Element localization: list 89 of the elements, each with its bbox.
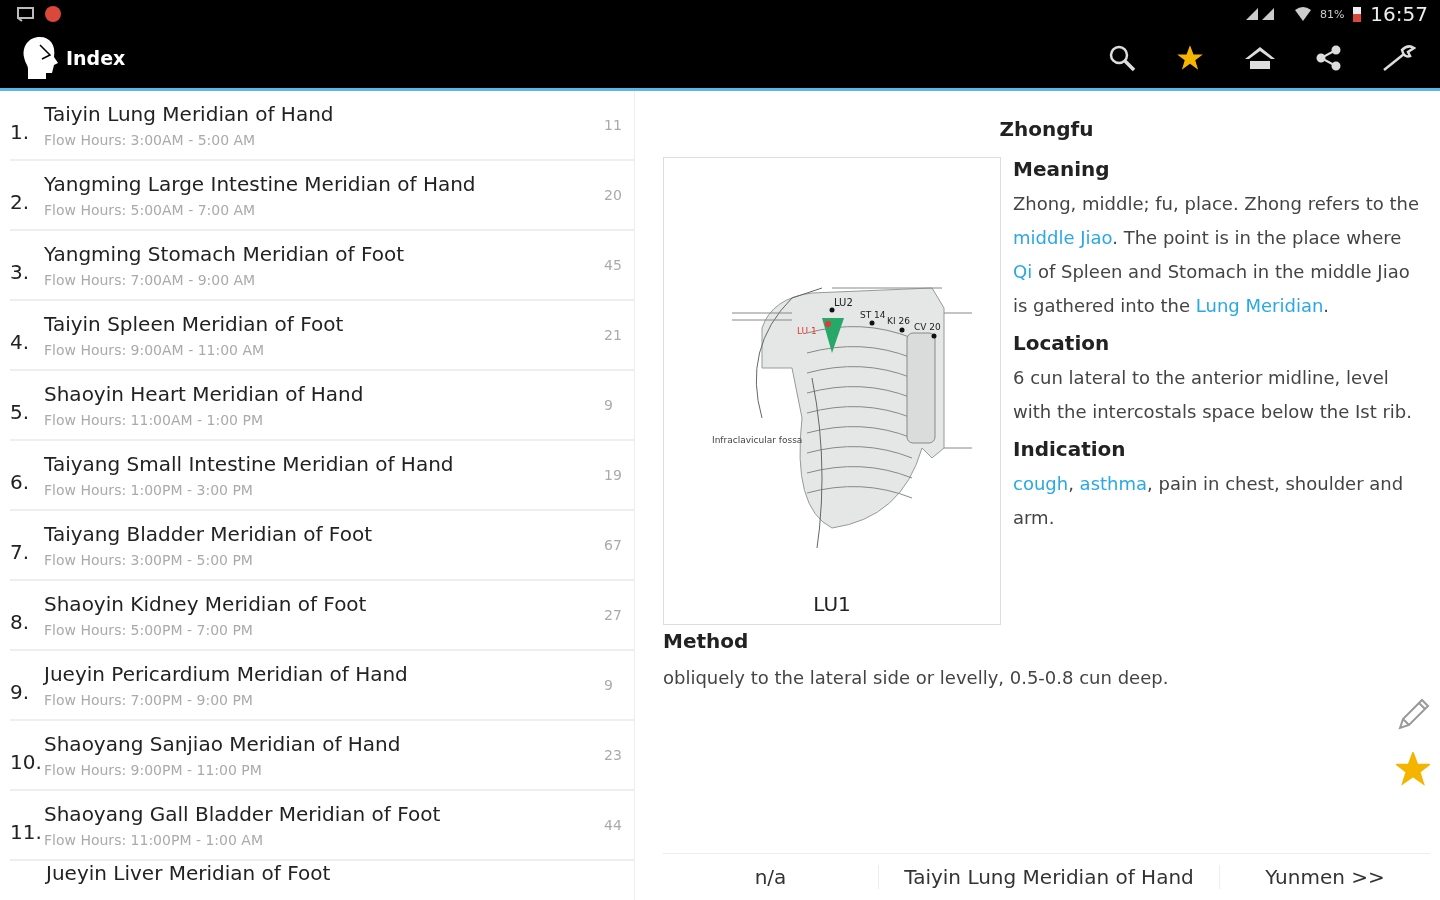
battery-icon [1352,5,1363,23]
meridian-name: Shaoyang Sanjiao Meridian of Hand [44,732,402,756]
meridian-name: Shaoyang Gall Bladder Meridian of Foot [44,802,442,826]
meridian-name: Shaoyin Kidney Meridian of Foot [44,592,368,616]
meridian-list-item[interactable]: 11. Shaoyang Gall Bladder Meridian of Foot Flow Hours: 11:00PM - 1:00 AM 44 [10,791,634,861]
section-text: 6 cun lateral to the anterior midline, level with the intercostals space below the Ist rib. [1013,366,1413,424]
flow-hours: Flow Hours: 3:00PM - 5:00 PM [44,552,254,568]
section-heading: Location [1013,331,1111,357]
meridian-name: Yangming Stomach Meridian of Foot [44,242,406,266]
battery-percent: 81% [1319,7,1345,21]
meridian-list-item[interactable]: 3. Yangming Stomach Meridian of Foot Flow Hours: 7:00AM - 9:00 AM 45 [10,231,634,301]
flow-hours: Flow Hours: 9:00AM - 11:00 AM [44,342,266,358]
meridian-link[interactable]: Taiyin Lung Meridian of Hand [878,865,1220,889]
item-number: 10. [10,749,43,774]
point-label: CV 20 [914,322,941,332]
flow-hours: Flow Hours: 5:00AM - 7:00 AM [44,202,257,218]
flow-hours: Flow Hours: 3:00AM - 5:00 AM [44,132,257,148]
point-count: 21 [604,327,623,343]
next-link[interactable]: Yunmen >> [1220,865,1430,889]
item-number: 4. [10,329,31,354]
item-number: 9. [10,679,31,704]
point-count: 19 [604,467,623,483]
fossa-label: Infraclavicular fossa [712,435,803,445]
point-label: ST 14 [860,310,886,320]
meridian-name: Jueyin Pericardium Meridian of Hand [44,662,409,686]
meridian-name: Taiyin Spleen Meridian of Foot [44,312,345,336]
section-heading: Indication [1013,437,1127,463]
meridian-list-item[interactable]: 9. Jueyin Pericardium Meridian of Hand Flow Hours: 7:00PM - 9:00 PM 9 [10,651,634,721]
meridian-list-item[interactable]: 8. Shaoyin Kidney Meridian of Foot Flow Hours: 5:00PM - 7:00 PM 27 [10,581,634,651]
meridian-name: Taiyang Small Intestine Meridian of Hand [44,452,455,476]
item-number: 8. [10,609,31,634]
star-icon[interactable] [1176,44,1204,72]
share-icon[interactable] [1316,45,1342,71]
meridian-list-item[interactable]: 1. Taiyin Lung Meridian of Hand Flow Hours: 3:00AM - 5:00 AM 11 [10,91,634,161]
home-icon[interactable] [1244,46,1276,70]
previous-link[interactable]: n/a [663,865,878,889]
app-title: Index [66,47,126,69]
point-count: 23 [604,747,623,763]
point-label: LU2 [834,297,853,308]
point-title: Zhongfu [998,116,1095,143]
flow-hours: Flow Hours: 7:00PM - 9:00 PM [44,692,254,708]
favorite-star-icon[interactable] [1396,752,1430,786]
item-number: 5. [10,399,31,424]
meridian-name: Jueyin Liver Meridian of Foot [46,861,332,885]
item-number: 1. [10,119,31,144]
meridian-list-item[interactable]: 5. Shaoyin Heart Meridian of Hand Flow Hours: 11:00AM - 1:00 PM 9 [10,371,634,441]
point-label: KI 26 [887,316,910,326]
item-number: 6. [10,469,31,494]
section-heading: Method [663,628,750,655]
meridian-name: Shaoyin Heart Meridian of Hand [44,382,365,406]
clock: 16:57 [1370,2,1428,26]
flow-hours: Flow Hours: 11:00PM - 1:00 AM [44,832,264,848]
meridian-name: Taiyang Bladder Meridian of Foot [44,522,373,546]
flow-hours: Flow Hours: 1:00PM - 3:00 PM [44,482,254,498]
meridian-list-item[interactable]: 7. Taiyang Bladder Meridian of Foot Flow Hours: 3:00PM - 5:00 PM 67 [10,511,634,581]
item-number: 7. [10,539,31,564]
point-count: 27 [604,607,623,623]
point-count: 9 [604,677,614,693]
wrench-icon[interactable] [1382,44,1416,72]
item-number: 11. [10,819,43,844]
meridian-list-item[interactable]: Jueyin Liver Meridian of Foot [10,861,634,885]
figure-caption: LU1 [813,592,851,616]
meridian-list-item[interactable]: 4. Taiyin Spleen Meridian of Foot Flow Hours: 9:00AM - 11:00 AM 21 [10,301,634,371]
flow-hours: Flow Hours: 11:00AM - 1:00 PM [44,412,264,428]
point-count: 67 [604,537,623,553]
search-icon[interactable] [1108,44,1136,72]
flow-hours: Flow Hours: 5:00PM - 7:00 PM [44,622,254,638]
point-label: LU 1 [797,326,817,336]
section-text: cough, asthma, pain in chest, shoulder and arm. [1013,472,1405,530]
screen-cast-icon [16,6,36,22]
point-count: 11 [604,117,623,133]
flow-hours: Flow Hours: 9:00PM - 11:00 PM [44,762,263,778]
meridian-list-item[interactable]: 6. Taiyang Small Intestine Meridian of Hand Flow Hours: 1:00PM - 3:00 PM 19 [10,441,634,511]
section-heading: Meaning [1013,157,1111,183]
meridian-list-item[interactable]: 2. Yangming Large Intestine Meridian of Hand Flow Hours: 5:00AM - 7:00 AM 20 [10,161,634,231]
meridian-list-item[interactable]: 10. Shaoyang Sanjiao Meridian of Hand Flow Hours: 9:00PM - 11:00 PM 23 [10,721,634,791]
point-count: 44 [604,817,623,833]
section-text: Zhong, middle; fu, place. Zhong refers to the middle Jiao. The point is in the place where Qi of Spleen and Stomach in the middle Jiao is gathered into the Lung Meridian. [1013,192,1420,318]
point-count: 20 [604,187,623,203]
item-number: 3. [10,259,31,284]
method-text: obliquely to the lateral side or levelly, 0.5-0.8 cun deep. [663,666,1170,690]
point-count: 9 [604,397,614,413]
meridian-name: Yangming Large Intestine Meridian of Hand [44,172,477,196]
wifi-icon [1293,6,1312,22]
notification-icon [44,5,62,23]
meridian-name: Taiyin Lung Meridian of Hand [44,102,335,126]
flow-hours: Flow Hours: 7:00AM - 9:00 AM [44,272,257,288]
point-count: 45 [604,257,623,273]
item-number: 2. [10,189,31,214]
